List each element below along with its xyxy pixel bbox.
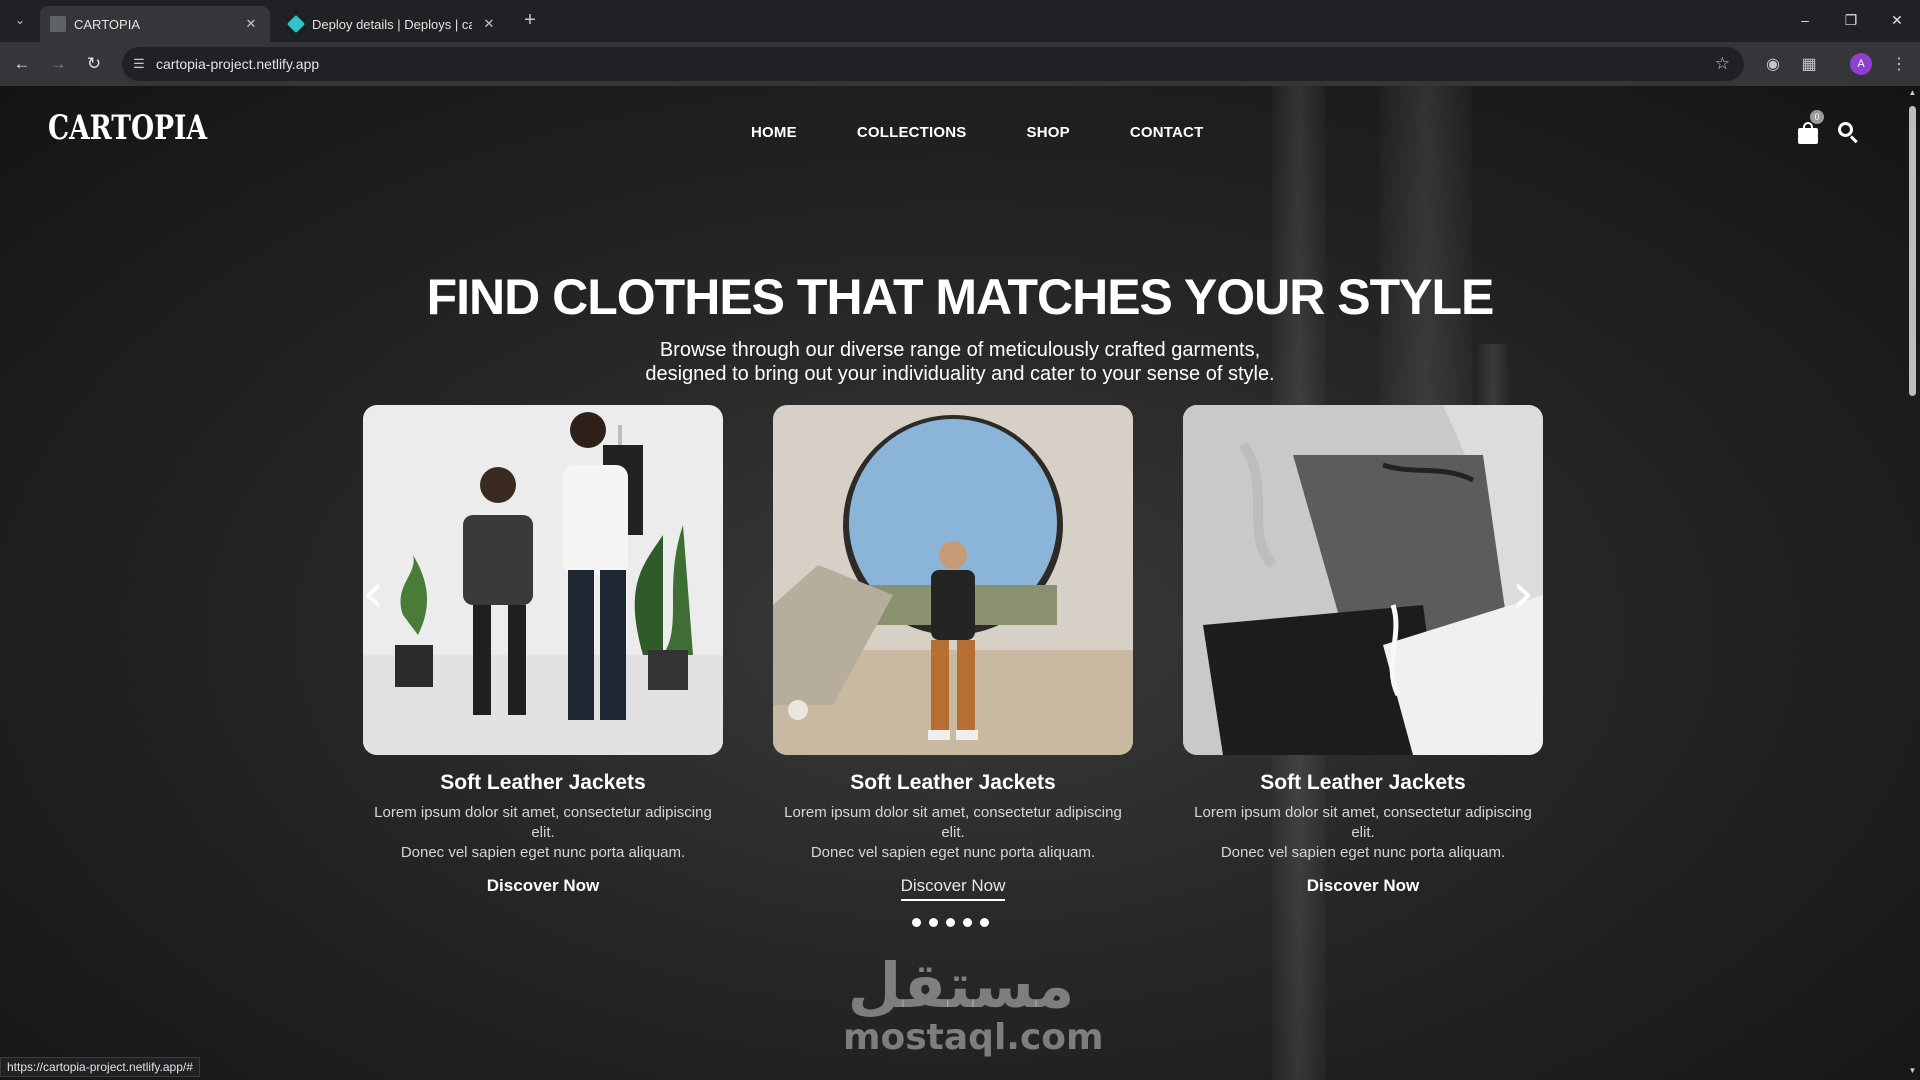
cartopia-page: CARTOPIA HOME COLLECTIONS SHOP CONTACT 0… <box>0 86 1920 1080</box>
close-icon[interactable]: ✕ <box>480 15 498 33</box>
hero-subtitle-line: designed to bring out your individuality… <box>645 363 1275 385</box>
hero-subtitle: Browse through our diverse range of meti… <box>560 338 1360 386</box>
watermark-latin: mostaql.com <box>843 1017 1104 1058</box>
description-line: Lorem ipsum dolor sit amet, consectetur … <box>374 804 712 841</box>
tab-title: CARTOPIA <box>74 16 140 32</box>
watermark-arabic: مستقل <box>847 949 1075 1022</box>
scroll-down-icon[interactable]: ▼ <box>1907 1066 1918 1076</box>
tab-search-icon[interactable]: ⌄ <box>8 8 32 32</box>
slider-next-arrow-icon[interactable]: › <box>1512 564 1542 624</box>
netlify-favicon-icon <box>286 14 306 34</box>
product-card: Soft Leather Jackets Lorem ipsum dolor s… <box>1183 405 1543 899</box>
discover-now-link[interactable]: Discover Now <box>487 876 599 899</box>
slider-dot[interactable] <box>946 918 955 927</box>
product-name: Soft Leather Jackets <box>440 771 646 794</box>
slider-dot[interactable] <box>929 918 938 927</box>
bookmark-star-icon[interactable]: ☆ <box>1715 54 1730 74</box>
search-icon[interactable] <box>1838 122 1860 144</box>
search-handle <box>1849 135 1858 144</box>
minimize-button[interactable]: – <box>1782 0 1828 40</box>
product-card: Soft Leather Jackets Lorem ipsum dolor s… <box>363 405 723 899</box>
cartopia-favicon-icon <box>50 16 66 32</box>
menu-kebab-icon[interactable]: ⋮ <box>1886 51 1912 77</box>
description-line: Donec vel sapien eget nunc porta aliquam… <box>810 844 1096 861</box>
description-line: Donec vel sapien eget nunc porta aliquam… <box>1220 844 1506 861</box>
cart-count-badge: 0 <box>1810 110 1824 124</box>
tab-deploy-details[interactable]: Deploy details | Deploys | carto ✕ <box>278 6 508 42</box>
main-nav: HOME COLLECTIONS SHOP CONTACT <box>751 124 1203 141</box>
product-description: Lorem ipsum dolor sit amet, consectetur … <box>363 803 723 863</box>
extensions-puzzle-icon[interactable]: ▦ <box>1796 51 1822 77</box>
page-scrollbar[interactable]: ▲ ▼ <box>1905 86 1920 1080</box>
hero-title: FIND CLOTHES THAT MATCHES YOUR STYLE <box>426 269 1495 325</box>
slider-pagination <box>912 918 989 927</box>
slider-dot[interactable] <box>912 918 921 927</box>
description-line: Lorem ipsum dolor sit amet, consectetur … <box>1194 804 1532 841</box>
description-line: Lorem ipsum dolor sit amet, consectetur … <box>784 804 1122 841</box>
tab-title: Deploy details | Deploys | carto <box>312 16 472 32</box>
nav-contact[interactable]: CONTACT <box>1130 124 1204 141</box>
mostaql-watermark: مستقل mostaql.com <box>843 949 1104 1058</box>
product-name: Soft Leather Jackets <box>1260 771 1466 794</box>
reload-button[interactable]: ↻ <box>80 50 108 78</box>
description-line: Donec vel sapien eget nunc porta aliquam… <box>400 844 686 861</box>
restore-button[interactable]: ❐ <box>1828 0 1874 40</box>
bag-body <box>1798 128 1818 144</box>
site-logo[interactable]: CARTOPIA <box>48 108 207 148</box>
product-card: Soft Leather Jackets Lorem ipsum dolor s… <box>773 405 1133 901</box>
discover-now-link[interactable]: Discover Now <box>900 876 1006 901</box>
hero-subtitle-line: Browse through our diverse range of meti… <box>659 339 1261 361</box>
slider-prev-arrow-icon[interactable]: ‹ <box>362 564 392 624</box>
product-description: Lorem ipsum dolor sit amet, consectetur … <box>773 803 1133 863</box>
back-button[interactable]: ← <box>8 50 36 78</box>
nav-collections[interactable]: COLLECTIONS <box>857 124 967 141</box>
close-icon[interactable]: ✕ <box>242 15 260 33</box>
product-name: Soft Leather Jackets <box>850 771 1056 794</box>
scroll-up-icon[interactable]: ▲ <box>1907 88 1918 98</box>
site-info-icon[interactable]: ☰ <box>122 56 156 72</box>
address-bar[interactable]: ☰ cartopia-project.netlify.app ☆ <box>122 47 1744 81</box>
discover-now-link[interactable]: Discover Now <box>1307 876 1419 899</box>
window-close-button[interactable]: ✕ <box>1874 0 1920 40</box>
link-status-bar: https://cartopia-project.netlify.app/# <box>0 1057 200 1077</box>
nav-home[interactable]: HOME <box>751 124 797 141</box>
forward-button[interactable]: → <box>44 50 72 78</box>
background-light-beam <box>1380 86 1472 446</box>
nav-shop[interactable]: SHOP <box>1027 124 1070 141</box>
browser-tab-strip: ⌄ CARTOPIA ✕ Deploy details | Deploys | … <box>0 0 1920 42</box>
scrollbar-thumb[interactable] <box>1909 106 1916 396</box>
product-photo-folded-pants[interactable] <box>1183 405 1543 755</box>
search-ring <box>1838 122 1853 137</box>
extension-icon[interactable]: ◉ <box>1760 51 1786 77</box>
tab-cartopia[interactable]: CARTOPIA ✕ <box>40 6 270 42</box>
new-tab-button[interactable]: + <box>518 8 542 32</box>
product-photo-man-circle-window[interactable] <box>773 405 1133 755</box>
product-description: Lorem ipsum dolor sit amet, consectetur … <box>1183 803 1543 863</box>
product-photo-two-men[interactable] <box>363 405 723 755</box>
browser-toolbar: ← → ↻ ☰ cartopia-project.netlify.app ☆ ◉… <box>0 42 1920 86</box>
slider-dot[interactable] <box>963 918 972 927</box>
slider-dot[interactable] <box>980 918 989 927</box>
url-text[interactable]: cartopia-project.netlify.app <box>156 56 319 72</box>
profile-avatar[interactable]: A <box>1850 53 1872 75</box>
